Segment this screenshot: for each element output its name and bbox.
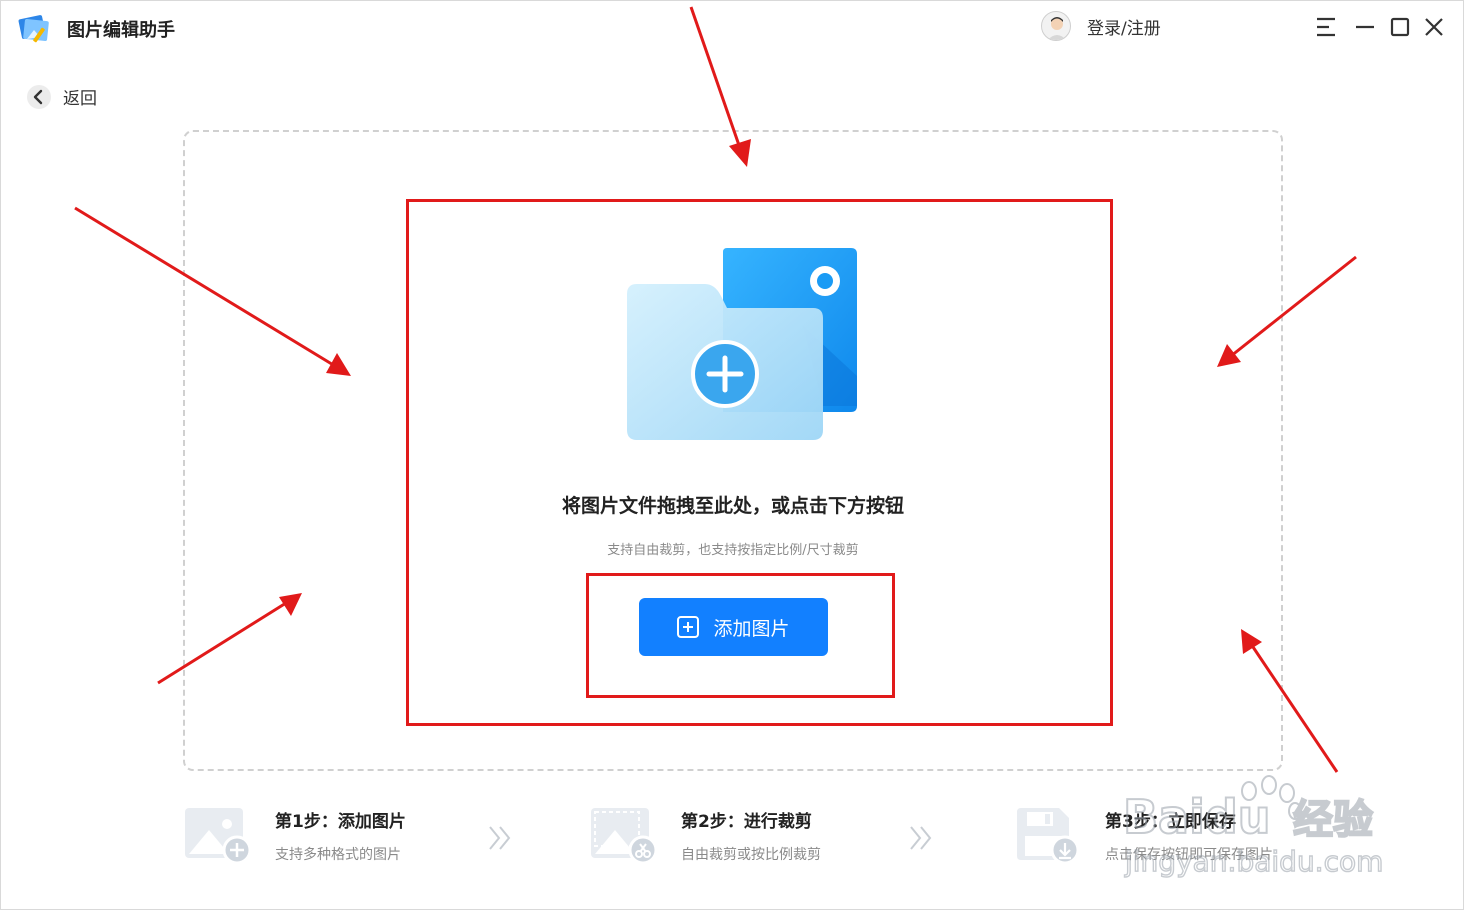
back-button[interactable]: 返回	[27, 84, 97, 109]
drop-zone-subtitle: 支持自由裁剪，也支持按指定比例/尺寸裁剪	[607, 543, 859, 558]
image-crop-icon	[589, 804, 658, 866]
chevrons-right-icon	[910, 826, 932, 850]
title-bar: 图片编辑助手 登录/注册	[1, 1, 1463, 57]
step-desc: 点击保存按钮即可保存图片	[1105, 847, 1273, 863]
step-2: 第2步：进行裁剪 自由裁剪或按比例裁剪	[589, 804, 821, 866]
drop-zone[interactable]	[183, 130, 1283, 771]
add-image-button[interactable]: 添加图片	[639, 598, 828, 656]
watermark-brand-cn: 经验	[1293, 797, 1373, 843]
maximize-icon	[1390, 17, 1410, 37]
step-title: 第2步：进行裁剪	[681, 812, 812, 832]
app-logo-icon	[17, 11, 53, 45]
menu-icon	[1317, 17, 1335, 37]
minimize-icon	[1356, 25, 1374, 29]
chevrons-right-icon	[489, 826, 511, 850]
close-button[interactable]	[1421, 14, 1447, 40]
app-window: 图片编辑助手 登录/注册 返回 将图片文件拖拽至此处，或点击下方按钮 支持自由裁…	[0, 0, 1464, 910]
minimize-button[interactable]	[1352, 14, 1378, 40]
step-1: 第1步：添加图片 支持多种格式的图片	[183, 804, 406, 866]
back-label: 返回	[63, 89, 97, 109]
app-title: 图片编辑助手	[67, 20, 175, 41]
step-desc: 支持多种格式的图片	[275, 847, 401, 863]
close-icon	[1425, 18, 1443, 36]
step-title: 第3步：立即保存	[1105, 812, 1236, 832]
menu-button[interactable]	[1313, 14, 1339, 40]
step-3: 第3步：立即保存 点击保存按钮即可保存图片	[1013, 804, 1273, 866]
user-avatar-icon	[1041, 11, 1071, 41]
paw-toe	[1279, 783, 1295, 803]
image-add-icon	[183, 804, 252, 866]
folder-add-illustration-icon	[623, 246, 859, 444]
step-title: 第1步：添加图片	[275, 812, 406, 832]
save-icon	[1013, 804, 1081, 866]
plus-square-icon	[677, 616, 700, 638]
drop-zone-title: 将图片文件拖拽至此处，或点击下方按钮	[561, 495, 904, 517]
paw-toe	[1241, 781, 1257, 801]
paw-toe	[1261, 775, 1277, 795]
login-register-button[interactable]: 登录/注册	[1041, 11, 1161, 41]
paw-toe	[1288, 802, 1302, 820]
step-desc: 自由裁剪或按比例裁剪	[681, 847, 821, 863]
login-register-label: 登录/注册	[1087, 18, 1161, 39]
maximize-button[interactable]	[1387, 14, 1413, 40]
chevron-left-icon	[27, 84, 51, 109]
add-image-label: 添加图片	[713, 618, 790, 640]
